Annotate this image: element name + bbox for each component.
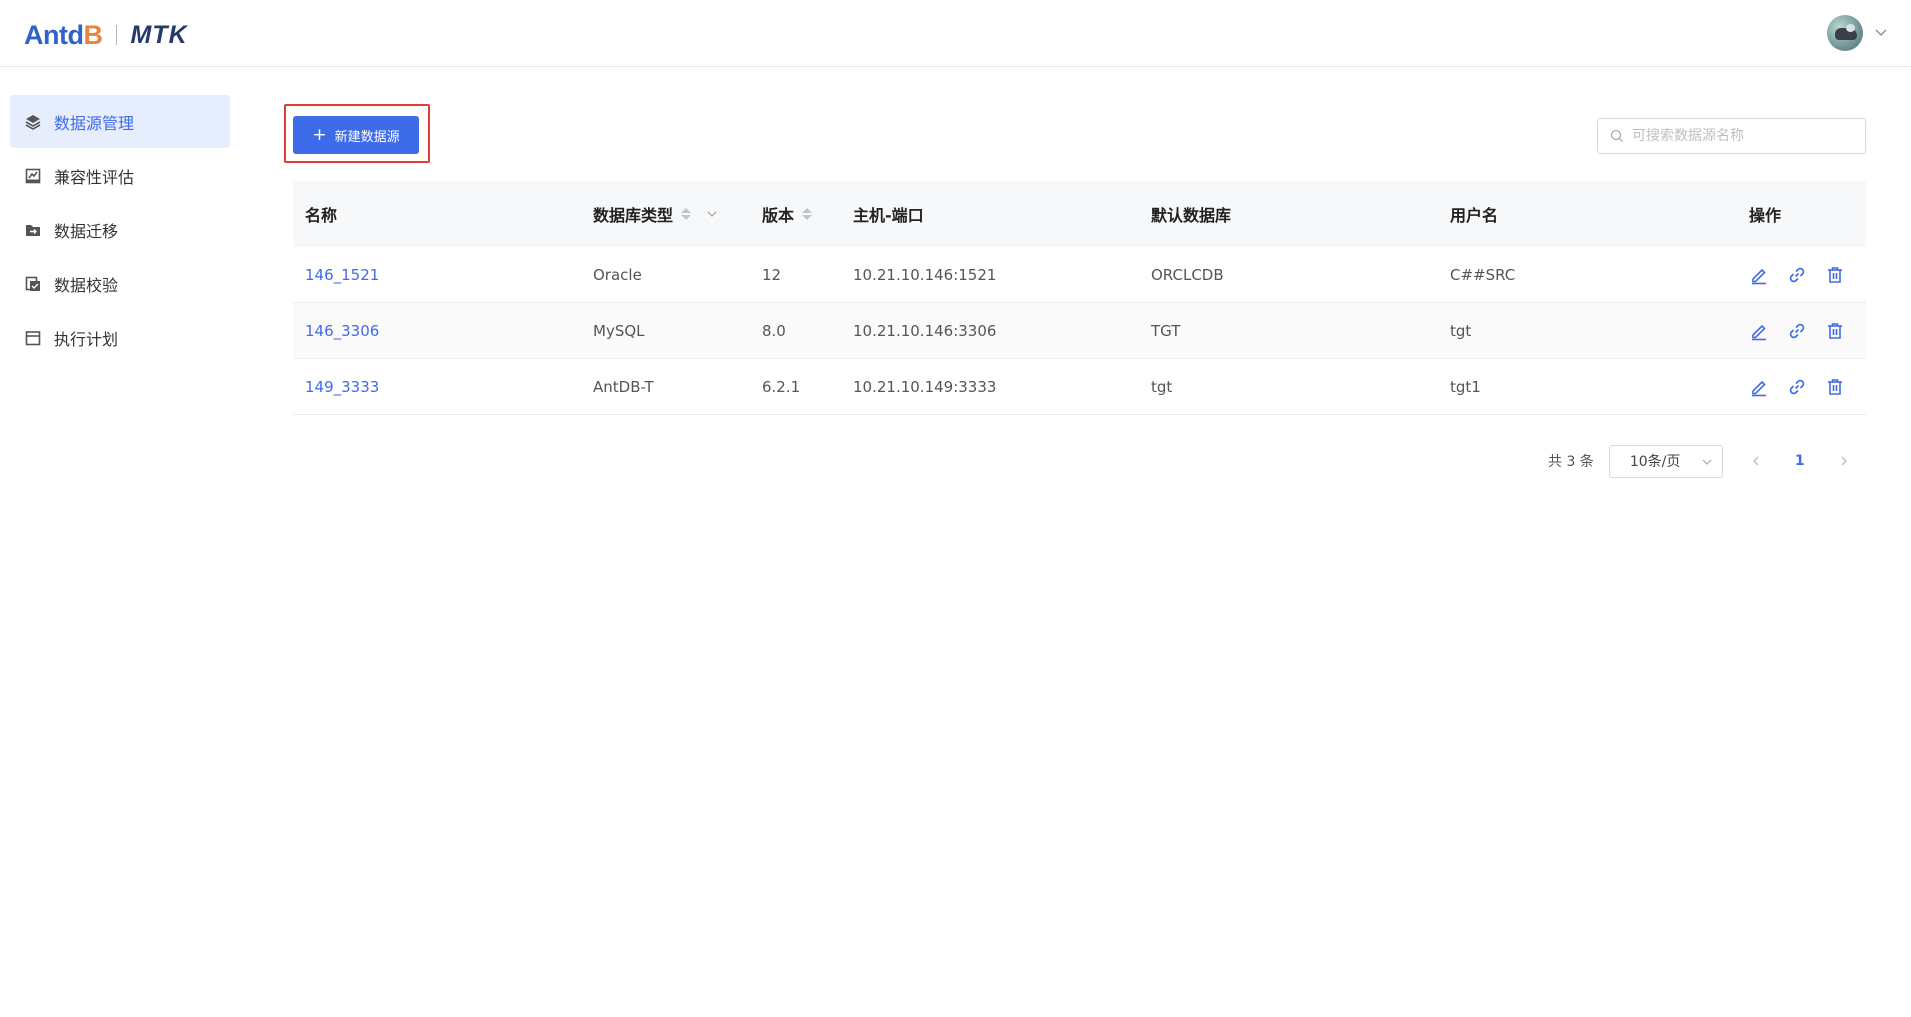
column-header-version-label: 版本 <box>762 206 795 225</box>
sidebar-item-compatibility[interactable]: 兼容性评估 <box>10 149 230 202</box>
delete-icon[interactable] <box>1825 377 1845 397</box>
sidebar-item-label: 数据源管理 <box>54 113 135 133</box>
delete-icon[interactable] <box>1825 321 1845 341</box>
table-row: 146_3306 MySQL 8.0 10.21.10.146:3306 TGT… <box>293 303 1866 359</box>
chevron-down-icon[interactable] <box>1873 24 1889 40</box>
sidebar-item-label: 兼容性评估 <box>54 167 135 187</box>
cell-user: tgt <box>1450 321 1472 340</box>
edit-icon[interactable] <box>1749 321 1769 341</box>
antdb-logo: AntdB <box>24 19 103 50</box>
cell-user: tgt1 <box>1450 377 1481 396</box>
table-header: 名称 数据库类型 版本 主机-端口 默认数据库 用户名 操作 <box>293 181 1866 247</box>
cell-version: 8.0 <box>762 321 786 340</box>
plus-icon: + <box>312 124 327 145</box>
cell-default-db: tgt <box>1151 377 1173 396</box>
column-header-host: 主机-端口 <box>853 206 924 225</box>
datasource-table: 名称 数据库类型 版本 主机-端口 默认数据库 用户名 操作 146_1521 … <box>293 181 1866 415</box>
cell-type: MySQL <box>593 321 645 340</box>
logo-divider <box>116 25 118 45</box>
link-icon[interactable] <box>1787 321 1807 341</box>
next-page-icon[interactable] <box>1837 454 1851 468</box>
sidebar-item-migration[interactable]: 数据迁移 <box>10 203 230 256</box>
search-input[interactable] <box>1632 128 1852 144</box>
app-name: MTK <box>130 20 188 49</box>
new-datasource-label: 新建数据源 <box>334 129 400 145</box>
new-datasource-button[interactable]: + 新建数据源 <box>293 116 419 154</box>
datasource-name-link[interactable]: 146_3306 <box>305 322 379 340</box>
sort-icon[interactable] <box>681 208 692 220</box>
search-icon <box>1610 129 1623 142</box>
cell-version: 12 <box>762 265 782 284</box>
sidebar-item-validation[interactable]: 数据校验 <box>10 257 230 310</box>
layers-icon <box>24 113 42 131</box>
delete-icon[interactable] <box>1825 265 1845 285</box>
page-number[interactable]: 1 <box>1795 453 1805 469</box>
table-row: 146_1521 Oracle 12 10.21.10.146:1521 ORC… <box>293 247 1866 303</box>
link-icon[interactable] <box>1787 265 1807 285</box>
datasource-name-link[interactable]: 149_3333 <box>305 378 379 396</box>
column-header-default-db: 默认数据库 <box>1151 206 1232 225</box>
top-header: AntdB MTK <box>0 0 1911 67</box>
column-header-user: 用户名 <box>1450 206 1499 225</box>
table-row: 149_3333 AntDB-T 6.2.1 10.21.10.149:3333… <box>293 359 1866 415</box>
datasource-name-link[interactable]: 146_1521 <box>305 266 379 284</box>
link-icon[interactable] <box>1787 377 1807 397</box>
pagination: 共 3 条 10条/页 1 <box>1548 444 1851 478</box>
column-header-name: 名称 <box>305 206 338 225</box>
edit-icon[interactable] <box>1749 377 1769 397</box>
folder-arrow-icon <box>24 221 42 239</box>
edit-icon[interactable] <box>1749 265 1769 285</box>
cell-default-db: ORCLCDB <box>1151 265 1224 284</box>
search-box[interactable] <box>1597 118 1866 154</box>
cell-default-db: TGT <box>1151 321 1181 340</box>
cell-type: Oracle <box>593 265 642 284</box>
page-size-value: 10条/页 <box>1629 454 1681 470</box>
app-logo[interactable]: AntdB MTK <box>24 18 188 52</box>
document-check-icon <box>24 275 42 293</box>
page-size-select[interactable]: 10条/页 <box>1608 444 1723 478</box>
calendar-icon <box>24 329 42 347</box>
chevron-down-icon <box>1702 459 1712 465</box>
sidebar-nav: 数据源管理 兼容性评估 数据迁移 数据校验 执行计划 <box>10 95 230 365</box>
column-header-version[interactable]: 版本 <box>762 181 853 247</box>
total-count: 共 3 条 <box>1548 454 1594 470</box>
chart-board-icon <box>24 167 42 185</box>
sort-icon[interactable] <box>802 208 813 220</box>
sidebar-item-label: 数据迁移 <box>54 221 119 241</box>
column-header-ops: 操作 <box>1749 206 1782 225</box>
sidebar-item-label: 执行计划 <box>54 329 119 349</box>
user-avatar[interactable] <box>1827 15 1863 51</box>
sidebar-item-datasource[interactable]: 数据源管理 <box>10 95 230 148</box>
cell-version: 6.2.1 <box>762 377 801 396</box>
cell-host: 10.21.10.146:1521 <box>853 265 997 284</box>
cell-type: AntDB-T <box>593 377 654 396</box>
column-header-type[interactable]: 数据库类型 <box>593 181 762 247</box>
sidebar-item-label: 数据校验 <box>54 275 119 295</box>
column-header-type-label: 数据库类型 <box>593 206 674 225</box>
cell-host: 10.21.10.149:3333 <box>853 377 997 396</box>
filter-dropdown-icon[interactable] <box>705 207 719 221</box>
sidebar-item-plan[interactable]: 执行计划 <box>10 311 230 364</box>
cell-user: C##SRC <box>1450 265 1516 284</box>
cell-host: 10.21.10.146:3306 <box>853 321 997 340</box>
prev-page-icon[interactable] <box>1749 454 1763 468</box>
